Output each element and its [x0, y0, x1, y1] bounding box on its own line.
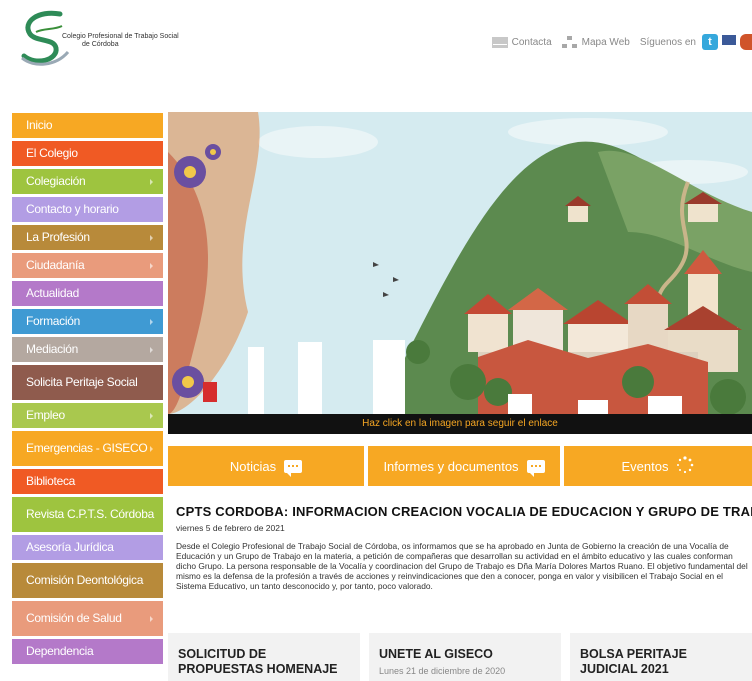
chevron-right-icon: [150, 615, 153, 622]
tab-informes[interactable]: Informes y documentos: [368, 446, 560, 486]
sidebar-item-label: Emergencias - GISECO: [26, 441, 148, 455]
article-title[interactable]: CPTS CORDOBA: INFORMACION CREACION VOCAL…: [176, 504, 752, 519]
contact-link[interactable]: Contacta: [491, 36, 552, 48]
sidebar-item[interactable]: Dependencia: [12, 639, 163, 664]
top-links: Contacta Mapa Web Síguenos en t: [491, 32, 752, 52]
sidebar-item-label: El Colegio: [26, 146, 78, 160]
sidebar-item-label: Mediación: [26, 342, 78, 356]
tab-noticias-label: Noticias: [229, 458, 277, 474]
tab-eventos-label: Eventos: [621, 458, 669, 474]
chat-icon: [284, 459, 303, 477]
sidebar-item-label: Empleo: [26, 408, 65, 422]
news-card[interactable]: UNETE AL GISECO Lunes 21 de diciembre de…: [369, 633, 561, 681]
sitemap-link-label: Mapa Web: [581, 36, 630, 48]
news-card[interactable]: BOLSA PERITAJE JUDICIAL 2021: [570, 633, 752, 681]
chevron-right-icon: [150, 445, 153, 452]
sidebar-item-label: Solicita Peritaje Social: [26, 375, 138, 389]
sidebar-item[interactable]: Asesoría Jurídica: [12, 535, 163, 560]
sidebar-item-label: Colegiación: [26, 174, 86, 188]
follow-us-label: Síguenos en: [639, 36, 696, 48]
contact-link-label: Contacta: [511, 36, 552, 48]
sidebar-item-label: Contacto y horario: [26, 202, 119, 216]
sidebar-item[interactable]: El Colegio: [12, 141, 163, 166]
chevron-right-icon: [150, 346, 153, 353]
sidebar-item-label: Biblioteca: [26, 474, 76, 488]
sidebar-item[interactable]: Contacto y horario: [12, 197, 163, 222]
sidebar-item-label: Inicio: [26, 118, 53, 132]
facebook-icon[interactable]: [722, 35, 736, 45]
content-tabs: Noticias Informes y documentos Eventos: [168, 446, 752, 486]
sidebar-item[interactable]: Emergencias - GISECO: [12, 431, 163, 466]
sidebar-item-label: Ciudadanía: [26, 258, 85, 272]
sidebar-item[interactable]: Inicio: [12, 113, 163, 138]
tab-eventos[interactable]: Eventos: [564, 446, 752, 486]
sidebar-item[interactable]: Ciudadanía: [12, 253, 163, 278]
tab-noticias[interactable]: Noticias: [168, 446, 364, 486]
featured-article: CPTS CORDOBA: INFORMACION CREACION VOCAL…: [176, 504, 752, 591]
twitter-icon[interactable]: t: [702, 34, 718, 50]
sidebar-item-label: La Profesión: [26, 230, 90, 244]
sidebar-item[interactable]: Mediación: [12, 337, 163, 362]
site-logo[interactable]: Colegio Profesional de Trabajo Social de…: [16, 8, 186, 70]
sidebar-item-label: Comisión Deontológica: [26, 573, 144, 587]
sidebar-item[interactable]: La Profesión: [12, 225, 163, 250]
sidebar-item-label: Actualidad: [26, 286, 80, 300]
chat-icon: [526, 459, 545, 477]
news-card-title: UNETE AL GISECO: [379, 647, 493, 661]
sidebar-item-label: Revista C.P.T.S. Córdoba: [26, 507, 154, 521]
news-cards: SOLICITUD DE PROPUESTAS HOMENAJE UNETE A…: [168, 633, 752, 681]
follow-us: Síguenos en: [640, 37, 696, 48]
news-card[interactable]: SOLICITUD DE PROPUESTAS HOMENAJE: [168, 633, 360, 681]
sidebar-item[interactable]: Comisión de Salud: [12, 601, 163, 636]
logo-line-2: de Córdoba: [82, 41, 119, 48]
banner-illustration: [168, 112, 752, 414]
sidebar-item[interactable]: Biblioteca: [12, 469, 163, 494]
sidebar-item-label: Asesoría Jurídica: [26, 540, 114, 554]
sidebar-item[interactable]: Actualidad: [12, 281, 163, 306]
article-body: Desde el Colegio Profesional de Trabajo …: [176, 541, 748, 591]
loading-icon: [676, 455, 694, 477]
sidebar-item-label: Formación: [26, 314, 80, 328]
sidebar-item[interactable]: Solicita Peritaje Social: [12, 365, 163, 400]
news-card-title: SOLICITUD DE PROPUESTAS HOMENAJE: [178, 647, 338, 676]
chevron-right-icon: [150, 234, 153, 241]
news-card-title: BOLSA PERITAJE JUDICIAL 2021: [580, 647, 687, 676]
chevron-right-icon: [150, 262, 153, 269]
site-header: Colegio Profesional de Trabajo Social de…: [0, 0, 752, 80]
chevron-right-icon: [150, 178, 153, 185]
sidebar-item[interactable]: Formación: [12, 309, 163, 334]
sidebar-item-label: Comisión de Salud: [26, 611, 122, 625]
sidebar-item-label: Dependencia: [26, 644, 94, 658]
sidebar-item[interactable]: Revista C.P.T.S. Córdoba: [12, 497, 163, 532]
sitemap-icon: [561, 35, 578, 49]
logo-line-1: Colegio Profesional de Trabajo Social: [62, 33, 179, 40]
logo-text: Colegio Profesional de Trabajo Social de…: [62, 33, 179, 49]
banner-caption[interactable]: Haz click en la imagen para seguir el en…: [168, 414, 752, 434]
social-icon[interactable]: [740, 34, 752, 50]
chevron-right-icon: [150, 318, 153, 325]
news-card-date: Lunes 21 de diciembre de 2020: [379, 666, 506, 676]
sidebar-item[interactable]: Comisión Deontológica: [12, 563, 163, 598]
article-date: viernes 5 de febrero de 2021: [176, 523, 285, 533]
mail-icon: [491, 36, 508, 48]
sidebar-item[interactable]: Empleo: [12, 403, 163, 428]
tab-informes-label: Informes y documentos: [383, 458, 519, 474]
sidebar-nav: Inicio El Colegio Colegiación Contacto y ho…: [12, 113, 163, 667]
sidebar-item[interactable]: Colegiación: [12, 169, 163, 194]
sitemap-link[interactable]: Mapa Web: [561, 35, 630, 49]
banner-image[interactable]: [168, 112, 752, 414]
chevron-right-icon: [150, 412, 153, 419]
